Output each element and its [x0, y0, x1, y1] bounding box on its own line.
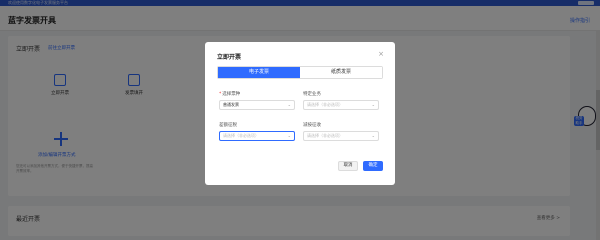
close-icon[interactable]: ×: [378, 50, 384, 58]
reduce-tax-select[interactable]: 请选择（非必选项） ⌄: [303, 131, 379, 141]
tab-paper[interactable]: 纸质发票: [300, 67, 382, 78]
invoice-kind-tabs: 电子发票 纸质发票: [217, 66, 383, 79]
reduce-tax-label: 减按征收: [303, 123, 321, 128]
required-mark: *: [219, 92, 222, 97]
invoice-type-label-text: 选择票种: [222, 92, 241, 97]
invoice-type-value: 普通发票: [223, 102, 239, 107]
chevron-down-icon: ⌄: [287, 102, 291, 107]
invoice-type-select[interactable]: 普通发票 ⌄: [219, 100, 295, 110]
cancel-button[interactable]: 取消: [338, 161, 358, 171]
special-type-label: 特定业务: [303, 92, 321, 97]
chevron-down-icon: ⌄: [371, 102, 375, 107]
issue-invoice-dialog: 立即开票 × 电子发票 纸质发票 *选择票种 普通发票 ⌄ 特定业务 请选择（非…: [205, 42, 395, 185]
reduce-tax-placeholder: 请选择（非必选项）: [307, 133, 343, 138]
invoice-type-label: *选择票种: [219, 91, 240, 97]
special-type-placeholder: 请选择（非必选项）: [307, 102, 343, 107]
special-type-select[interactable]: 请选择（非必选项） ⌄: [303, 100, 379, 110]
chevron-down-icon: ⌄: [371, 133, 375, 138]
chevron-down-icon: ⌄: [287, 133, 291, 138]
tab-electronic[interactable]: 电子发票: [218, 67, 300, 78]
diff-tax-label: 差额征税: [219, 123, 237, 128]
diff-tax-placeholder: 请选择（非必选项）: [223, 133, 259, 138]
diff-tax-select[interactable]: 请选择（非必选项） ⌄: [219, 131, 295, 141]
dialog-title: 立即开票: [217, 54, 242, 61]
confirm-button[interactable]: 确定: [363, 161, 383, 171]
